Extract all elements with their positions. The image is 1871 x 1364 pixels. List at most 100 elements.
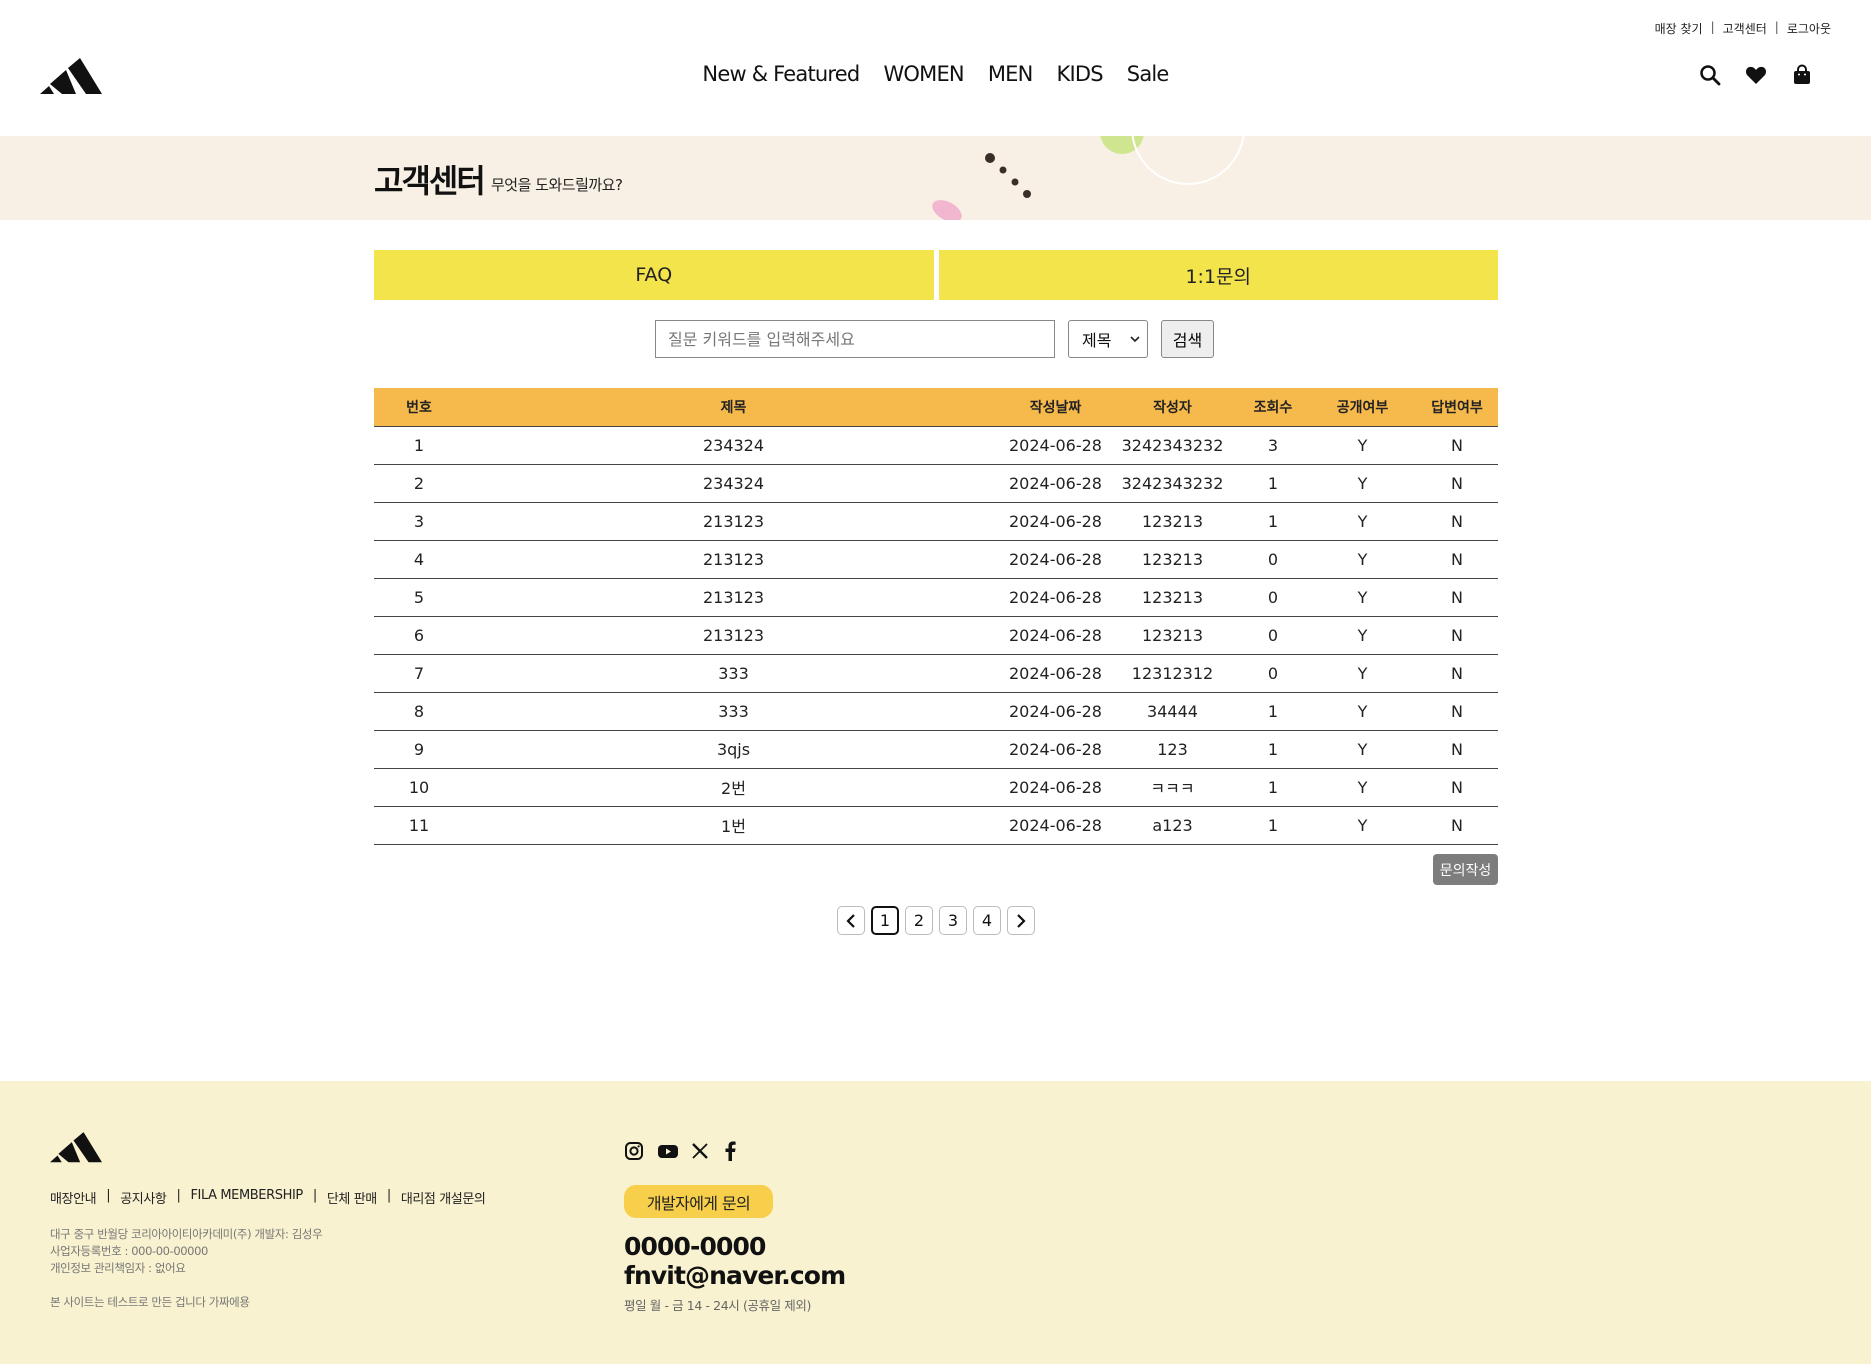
row-title[interactable]: 213123 [464,616,1003,655]
search-input[interactable] [655,320,1055,358]
nav-sale[interactable]: Sale [1127,62,1170,86]
tab-inquiry[interactable]: 1:1문의 [938,250,1498,300]
table-row[interactable]: 10 2번 2024-06-28 ㅋㅋㅋ 1 Y N [374,768,1498,807]
row-date: 2024-06-28 [1003,768,1108,807]
row-number: 1 [374,426,464,465]
row-title[interactable]: 1번 [464,806,1003,845]
table-row[interactable]: 11 1번 2024-06-28 a123 1 Y N [374,806,1498,845]
row-title[interactable]: 213123 [464,578,1003,617]
row-answered: N [1416,806,1498,845]
row-answered: N [1416,426,1498,465]
company-address: 대구 중구 반월당 코리아아이티아카데미(주) 개발자: 김성우 [50,1227,323,1241]
col-header-title: 제목 [464,388,1003,427]
row-author: ㅋㅋㅋ [1108,768,1237,807]
contact-email[interactable]: fnvit@naver.com [624,1261,846,1290]
page-button-2[interactable]: 2 [905,906,933,935]
contact-phone: 0000-0000 [624,1232,766,1261]
page-button-3[interactable]: 3 [939,906,967,935]
footer-link-notice[interactable]: 공지사항 [120,1188,167,1207]
row-title[interactable]: 213123 [464,540,1003,579]
row-public: Y [1309,768,1416,807]
row-number: 7 [374,654,464,693]
col-header-answered: 답변여부 [1416,388,1498,427]
row-author: 12312312 [1108,654,1237,693]
nav-women[interactable]: WOMEN [883,62,964,86]
table-row[interactable]: 7 333 2024-06-28 12312312 0 Y N [374,654,1498,693]
social-links [624,1141,743,1161]
shopping-bag-icon[interactable] [1791,64,1813,86]
row-title[interactable]: 333 [464,654,1003,693]
nav-men[interactable]: MEN [988,62,1033,86]
next-page-button[interactable] [1007,906,1035,935]
table-row[interactable]: 6 213123 2024-06-28 123213 0 Y N [374,616,1498,655]
row-title[interactable]: 3qjs [464,730,1003,769]
table-row[interactable]: 4 213123 2024-06-28 123213 0 Y N [374,540,1498,579]
table-row[interactable]: 8 333 2024-06-28 34444 1 Y N [374,692,1498,731]
youtube-icon[interactable] [657,1141,678,1161]
util-link-support[interactable]: 고객센터 [1723,20,1767,37]
table-row[interactable]: 5 213123 2024-06-28 123213 0 Y N [374,578,1498,617]
row-date: 2024-06-28 [1003,464,1108,503]
footer-link-stores[interactable]: 매장안내 [50,1188,97,1207]
footer-menu: 매장안내 | 공지사항 | FILA MEMBERSHIP | 단체 판매 | … [50,1188,486,1207]
row-number: 6 [374,616,464,655]
row-views: 1 [1237,502,1309,541]
logo-icon [50,1132,102,1163]
nav-new-featured[interactable]: New & Featured [702,62,860,86]
footer-link-membership[interactable]: FILA MEMBERSHIP [190,1188,303,1207]
row-public: Y [1309,692,1416,731]
row-public: Y [1309,540,1416,579]
row-date: 2024-06-28 [1003,730,1108,769]
row-title[interactable]: 333 [464,692,1003,731]
row-author: 123213 [1108,578,1237,617]
page-button-4[interactable]: 4 [973,906,1001,935]
util-separator: | [1774,20,1779,34]
heart-icon[interactable] [1745,64,1767,86]
footer-link-dealer[interactable]: 대리점 개설문의 [401,1188,486,1207]
row-number: 8 [374,692,464,731]
pagination: 1 2 3 4 [837,906,1035,935]
table-row[interactable]: 1 234324 2024-06-28 3242343232 3 Y N [374,426,1498,465]
row-author: 123213 [1108,616,1237,655]
row-title[interactable]: 234324 [464,426,1003,465]
table-row[interactable]: 3 213123 2024-06-28 123213 1 Y N [374,502,1498,541]
row-date: 2024-06-28 [1003,502,1108,541]
tab-faq[interactable]: FAQ [374,250,934,300]
contact-developer-button[interactable]: 개발자에게 문의 [624,1185,773,1218]
footer-logo[interactable] [50,1130,102,1170]
row-answered: N [1416,768,1498,807]
nav-kids[interactable]: KIDS [1057,62,1104,86]
x-icon[interactable] [690,1141,710,1161]
col-header-date: 작성날짜 [1003,388,1108,427]
row-title[interactable]: 213123 [464,502,1003,541]
table-header-row: 번호 제목 작성날짜 작성자 조회수 공개여부 답변여부 [374,388,1498,427]
util-link-logout[interactable]: 로그아웃 [1787,20,1831,37]
select-value: 제목 [1082,331,1112,350]
row-views: 1 [1237,692,1309,731]
row-title[interactable]: 2번 [464,768,1003,807]
util-link-store[interactable]: 매장 찾기 [1655,20,1703,37]
business-hours: 평일 월 - 금 14 - 24시 (공휴일 제외) [624,1298,811,1313]
main-nav: New & Featured WOMEN MEN KIDS Sale [0,62,1871,86]
row-date: 2024-06-28 [1003,426,1108,465]
footer-separator: | [106,1188,111,1203]
row-number: 11 [374,806,464,845]
row-date: 2024-06-28 [1003,578,1108,617]
prev-page-button[interactable] [837,906,865,935]
table-row[interactable]: 9 3qjs 2024-06-28 123 1 Y N [374,730,1498,769]
search-button[interactable]: 검색 [1161,320,1214,358]
instagram-icon[interactable] [624,1141,644,1161]
row-number: 10 [374,768,464,807]
facebook-icon[interactable] [723,1141,743,1161]
page-subtitle: 무엇을 도와드릴까요? [491,176,623,194]
page-button-1[interactable]: 1 [871,906,899,935]
row-author: 3242343232 [1108,464,1237,503]
row-views: 1 [1237,768,1309,807]
search-field-select[interactable]: 제목 [1068,320,1148,358]
row-views: 0 [1237,540,1309,579]
table-row[interactable]: 2 234324 2024-06-28 3242343232 1 Y N [374,464,1498,503]
footer-link-group-sales[interactable]: 단체 판매 [327,1188,377,1207]
write-inquiry-button[interactable]: 문의작성 [1433,854,1498,885]
search-icon[interactable] [1699,64,1721,86]
row-title[interactable]: 234324 [464,464,1003,503]
